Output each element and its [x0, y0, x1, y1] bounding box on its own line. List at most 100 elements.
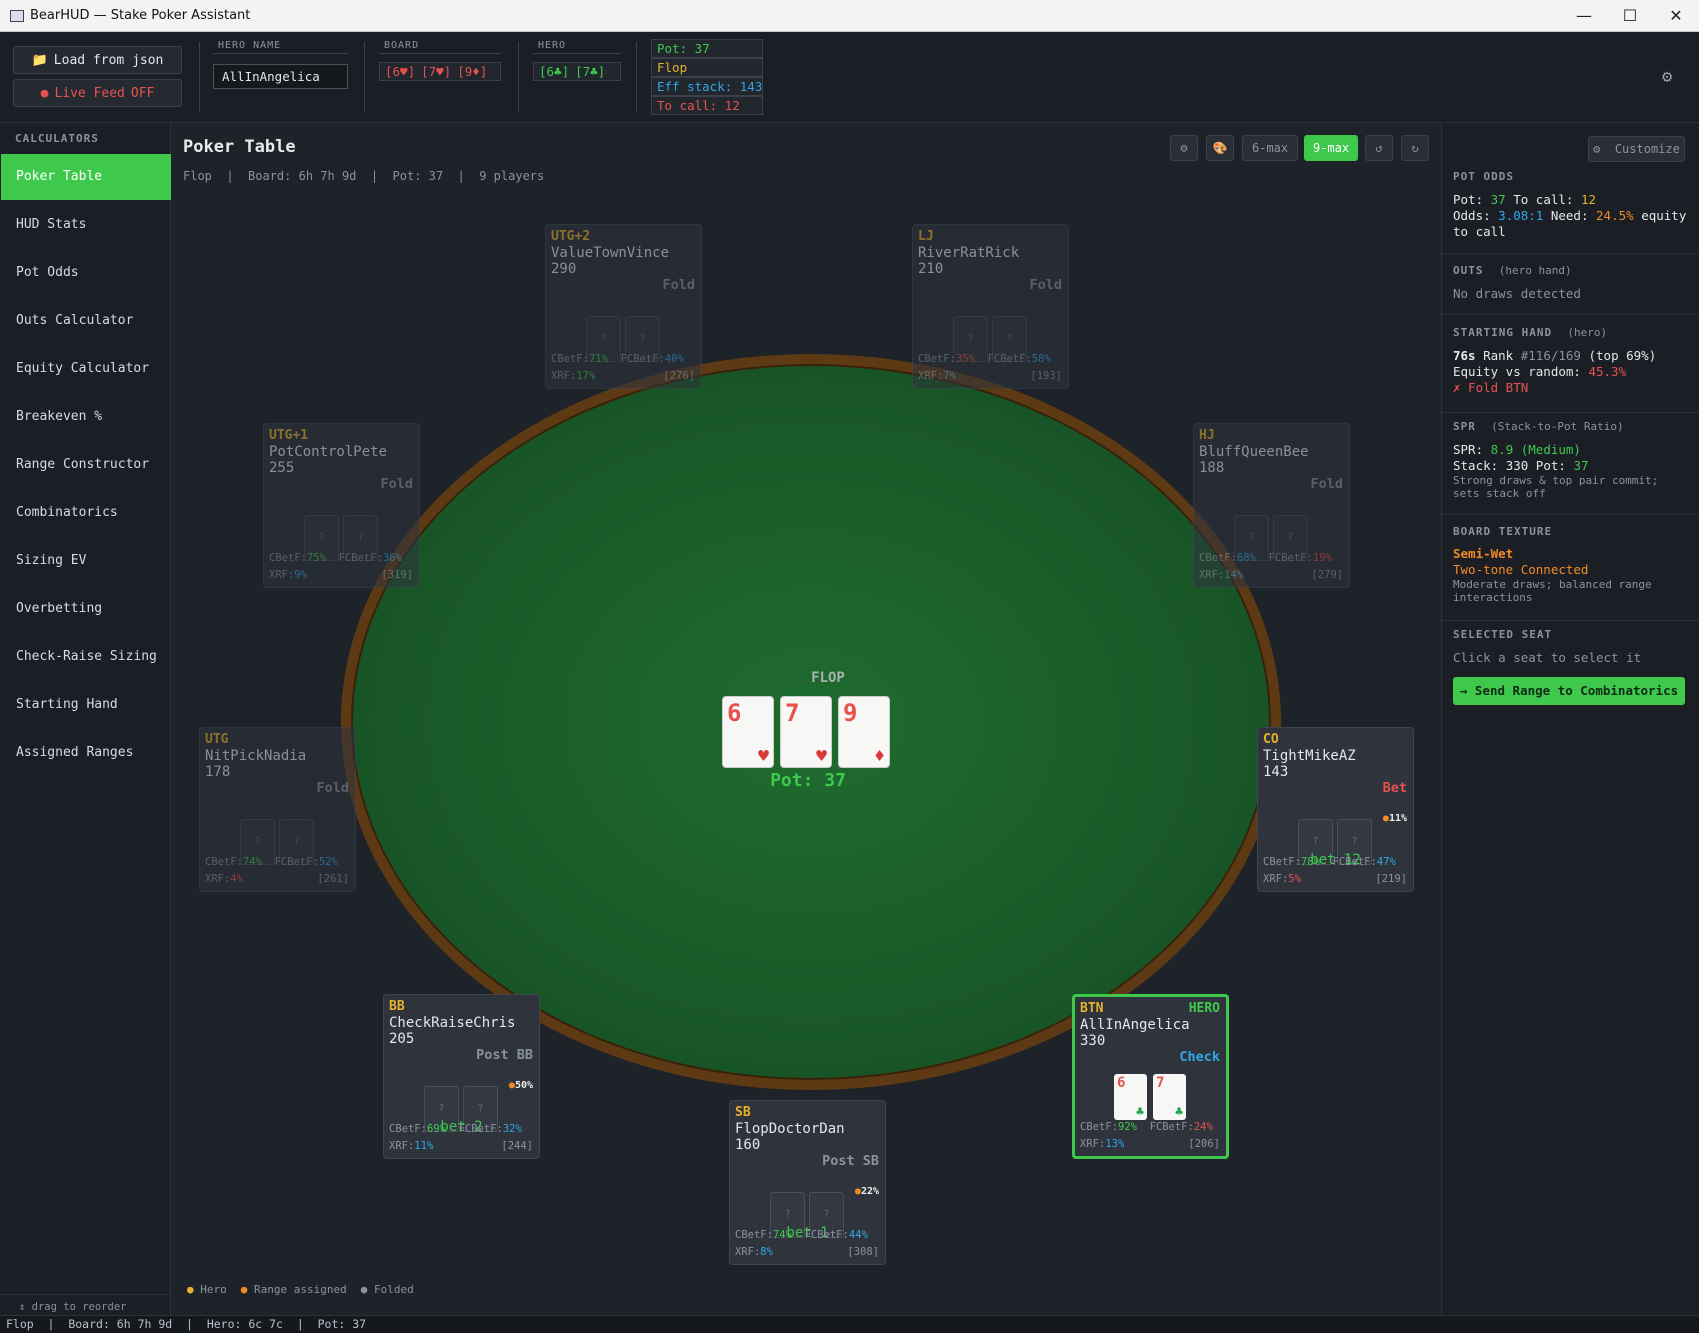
- close-icon[interactable]: ✕: [1653, 0, 1699, 32]
- rotate-right-icon[interactable]: ↻: [1401, 135, 1429, 161]
- sidebar-item-sizing-ev[interactable]: Sizing EV: [1, 538, 171, 584]
- seat-stats: CBetF:68% FCBetF:19% XRF:14% [279]: [1199, 552, 1343, 581]
- hero-hole-card: 6 ♣: [1114, 1074, 1147, 1120]
- seat-hj[interactable]: HJ BluffQueenBee 188 Fold ? ? CBetF:68% …: [1193, 423, 1350, 588]
- section-heading: BOARD TEXTURE: [1453, 525, 1553, 538]
- texture-type: Two-tone Connected: [1453, 562, 1589, 577]
- selected-seat-section: SELECTED SEAT Click a seat to select it: [1453, 628, 1689, 665]
- sidebar-item-overbetting[interactable]: Overbetting: [1, 586, 171, 632]
- divider: [1442, 314, 1699, 315]
- pot-odds-section: POT ODDS Pot: 37 To call: 12 Odds: 3.08:…: [1453, 170, 1689, 240]
- board-card-3: [9♦]: [457, 64, 488, 79]
- seat-utg2[interactable]: UTG+2 ValueTownVince 290 Fold ? ? CBetF:…: [545, 224, 702, 389]
- seat-player-name: ValueTownVince: [551, 245, 670, 261]
- board-card-1: [6♥]: [385, 64, 416, 79]
- outs-section: OUTS (hero hand) No draws detected: [1453, 264, 1689, 301]
- board-cards-display: [6♥] [7♥] [9♦]: [379, 62, 501, 81]
- maximize-icon[interactable]: ☐: [1607, 0, 1653, 32]
- live-feed-toggle[interactable]: ● Live Feed OFF: [13, 79, 182, 107]
- board-card: 7 ♥: [780, 696, 832, 768]
- seat-action: Fold: [1029, 277, 1062, 293]
- main-area: Poker Table Flop | Board: 6h 7h 9d | Pot…: [171, 123, 1441, 1315]
- sidebar-item-poker-table[interactable]: Poker Table: [1, 154, 171, 200]
- hero-name-label: HERO NAME: [213, 40, 348, 54]
- table-settings-icon[interactable]: ⚙: [1170, 135, 1198, 161]
- seat-position: LJ: [918, 229, 934, 244]
- seat-action: Bet: [1382, 780, 1407, 796]
- seat-stats: CBetF:78% FCBetF:47% XRF:5% [219]: [1263, 856, 1407, 885]
- seat-stats: CBetF:74% FCBetF:44% XRF:8% [308]: [735, 1229, 879, 1258]
- sidebar-item-hud-stats[interactable]: HUD Stats: [1, 202, 171, 248]
- street-label: FLOP: [811, 670, 845, 686]
- hand-info-box: Pot: 37 Flop Eff stack: 143 To call: 12: [651, 39, 763, 115]
- board-card: 6 ♥: [722, 696, 774, 768]
- board-group: BOARD [6♥] [7♥] [9♦]: [379, 40, 501, 110]
- six-max-button[interactable]: 6-max: [1242, 135, 1298, 161]
- outs-result: No draws detected: [1453, 286, 1581, 301]
- seat-co[interactable]: CO TightMikeAZ 143 Bet ●11% ? ? bet 12 C…: [1257, 727, 1414, 892]
- seat-stack: 178: [205, 764, 231, 780]
- sidebar-item-pot-odds[interactable]: Pot Odds: [1, 250, 171, 296]
- seat-stack: 330: [1080, 1033, 1106, 1049]
- range-assigned-badge: ●22%: [854, 1186, 879, 1197]
- seat-stats: CBetF:35% FCBetF:58% XRF:7% [193]: [918, 353, 1062, 382]
- seat-utg[interactable]: UTG NitPickNadia 178 Fold ? ? CBetF:74% …: [199, 727, 356, 892]
- seat-stack: 143: [1263, 764, 1289, 780]
- sidebar-item-combinatorics[interactable]: Combinatorics: [1, 490, 171, 536]
- seat-stats: CBetF:92% FCBetF:24% XRF:13% [206]: [1080, 1121, 1220, 1150]
- seat-position: CO: [1263, 732, 1279, 747]
- seat-position: BB: [389, 999, 405, 1014]
- gear-icon[interactable]: ⚙: [1662, 67, 1672, 87]
- sidebar-item-breakeven[interactable]: Breakeven %: [1, 394, 171, 440]
- live-feed-state: OFF: [130, 85, 155, 101]
- nine-max-button[interactable]: 9-max: [1304, 135, 1358, 161]
- seat-stack: 255: [269, 460, 295, 476]
- starting-hand-section: STARTING HAND (hero) 76s Rank #116/169 (…: [1453, 326, 1689, 396]
- spr-section: SPR (Stack-to-Pot Ratio) SPR: 8.9 (Mediu…: [1453, 420, 1689, 500]
- seat-action: Check: [1179, 1049, 1220, 1065]
- section-heading: SELECTED SEAT: [1453, 628, 1553, 641]
- seat-stats: CBetF:71% FCBetF:40% XRF:17% [276]: [551, 353, 695, 382]
- legend-range: ● Range assigned: [240, 1283, 347, 1296]
- hero-card-2: [7♣]: [575, 64, 606, 79]
- hero-name-group: HERO NAME: [213, 40, 348, 110]
- section-heading: SPR: [1453, 420, 1476, 433]
- board-card-2: [7♥]: [421, 64, 452, 79]
- sidebar-item-assigned-ranges[interactable]: Assigned Ranges: [1, 730, 171, 776]
- hero-name-input[interactable]: [213, 64, 348, 89]
- hero-cards-group: HERO [6♣] [7♣]: [533, 40, 621, 110]
- hero-hole-card: 7 ♣: [1153, 1074, 1186, 1120]
- palette-icon[interactable]: 🎨: [1206, 135, 1234, 161]
- customize-button[interactable]: ⚙ Customize: [1588, 136, 1685, 162]
- status-bar: Flop | Board: 6h 7h 9d | Hero: 6c 7c | P…: [0, 1315, 1699, 1333]
- seat-position: UTG+2: [551, 229, 591, 244]
- sidebar-item-equity-calculator[interactable]: Equity Calculator: [1, 346, 171, 392]
- board-card: 9 ♦: [838, 696, 890, 768]
- sidebar-item-outs-calculator[interactable]: Outs Calculator: [1, 298, 171, 344]
- subtitle-pot: Pot: 37: [392, 169, 444, 183]
- minimize-icon[interactable]: —: [1561, 0, 1607, 32]
- load-json-button[interactable]: 📁 Load from json: [13, 46, 182, 74]
- seat-sb[interactable]: SB FlopDoctorDan 160 Post SB ●22% ? ? be…: [729, 1100, 886, 1265]
- send-range-button[interactable]: → Send Range to Combinatorics: [1453, 677, 1685, 705]
- section-heading: POT ODDS: [1453, 170, 1514, 183]
- seat-btn-hero[interactable]: BTN HERO AllInAngelica 330 Check 6 ♣ 7 ♣ C…: [1072, 994, 1229, 1159]
- seat-player-name: RiverRatRick: [918, 245, 1020, 261]
- info-to-call: To call: 12: [651, 96, 763, 115]
- window-titlebar: BearHUD — Stake Poker Assistant — ☐ ✕: [0, 0, 1699, 32]
- seat-bb[interactable]: BB CheckRaiseChris 205 Post BB ●50% ? ? …: [383, 994, 540, 1159]
- seat-lj[interactable]: LJ RiverRatRick 210 Fold ? ? CBetF:35% F…: [912, 224, 1069, 389]
- divider: [364, 42, 365, 112]
- live-feed-label: Live Feed: [54, 85, 125, 101]
- drag-to-reorder-hint: ↕ drag to reorder: [0, 1294, 171, 1313]
- range-assigned-badge: ●50%: [508, 1080, 533, 1091]
- seat-utg1[interactable]: UTG+1 PotControlPete 255 Fold ? ? CBetF:…: [263, 423, 420, 588]
- load-json-label: Load from json: [53, 52, 164, 68]
- sidebar-item-check-raise-sizing[interactable]: Check-Raise Sizing: [1, 634, 171, 680]
- range-assigned-badge: ●11%: [1382, 813, 1407, 824]
- sidebar-item-range-constructor[interactable]: Range Constructor: [1, 442, 171, 488]
- table-legend: ● Hero ● Range assigned ● Folded: [187, 1283, 414, 1296]
- seat-position: HJ: [1199, 428, 1215, 443]
- sidebar-item-starting-hand[interactable]: Starting Hand: [1, 682, 171, 728]
- rotate-left-icon[interactable]: ↺: [1365, 135, 1393, 161]
